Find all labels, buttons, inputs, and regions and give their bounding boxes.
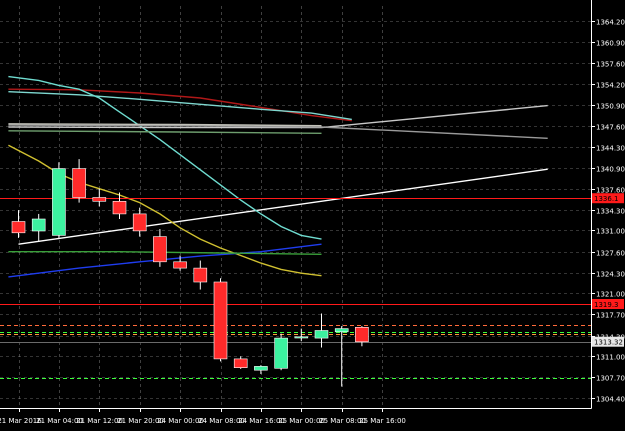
candle-body: [153, 236, 167, 263]
candles: [11, 159, 369, 387]
candle-body: [112, 201, 127, 215]
y-tick-label: 1317.70: [596, 312, 625, 320]
indicator-lines: [8, 75, 548, 278]
y-tick-label: 1360.90: [596, 40, 625, 48]
candle-body: [132, 213, 147, 232]
candlestick-chart: 1364.20 1360.90 1357.60 1354.20 1350.90 1347.…: [0, 0, 625, 427]
candle-body: [52, 168, 66, 236]
chart-canvas: 1364.20 1360.90 1357.60 1354.20 1350.90 1347.…: [0, 0, 625, 426]
y-tick-label: 1324.30: [596, 271, 625, 279]
candle-body: [355, 326, 369, 343]
candle-body: [193, 267, 208, 283]
candle-body: [254, 366, 268, 371]
x-tick-label: 24 Mar 00:00: [157, 417, 204, 425]
price-label-text: 1319.3: [594, 301, 619, 309]
candle-body: [274, 337, 288, 369]
x-tick-label: 25 Mar 16:00: [359, 417, 406, 425]
price-levels: [0, 198, 591, 379]
price-label-text: 1336.1: [594, 195, 619, 203]
y-tick-label: 1340.90: [596, 166, 625, 174]
y-tick-label: 1327.60: [596, 250, 625, 258]
y-tick-label: 1357.60: [596, 61, 625, 69]
price-label-text: 1313.32: [594, 339, 623, 347]
y-tick-label: 1321.00: [596, 291, 625, 299]
candle-body: [334, 328, 349, 333]
candle-body: [314, 330, 329, 339]
candle-body: [11, 221, 26, 234]
candle-body: [72, 168, 86, 198]
candle-body: [213, 281, 228, 360]
axis-labels: 1364.20 1360.90 1357.60 1354.20 1350.90 1347.…: [0, 19, 625, 426]
grid: [0, 6, 591, 408]
y-tick-label: 1364.20: [596, 19, 625, 27]
y-tick-label: 1307.70: [596, 375, 625, 383]
y-tick-label: 1331.00: [596, 228, 625, 236]
y-tick-label: 1350.90: [596, 103, 625, 111]
x-tick-label: 21 Mar 12:00: [76, 417, 123, 425]
y-tick-label: 1311.00: [596, 354, 625, 362]
y-tick-label: 1334.30: [596, 208, 625, 216]
candle-body: [294, 336, 309, 339]
candle-body: [233, 358, 248, 368]
candle-body: [31, 218, 46, 232]
axes: [0, 0, 595, 412]
y-tick-label: 1304.40: [596, 396, 625, 404]
candle-body: [173, 261, 187, 269]
indicator-line: [8, 130, 322, 134]
y-tick-label: 1347.60: [596, 124, 625, 132]
candle-body: [92, 197, 107, 202]
indicator-line: [18, 168, 548, 245]
y-tick-label: 1354.20: [596, 82, 625, 90]
x-tick-label: 25 Mar 00:00: [278, 417, 325, 425]
y-tick-label: 1344.30: [596, 145, 625, 153]
